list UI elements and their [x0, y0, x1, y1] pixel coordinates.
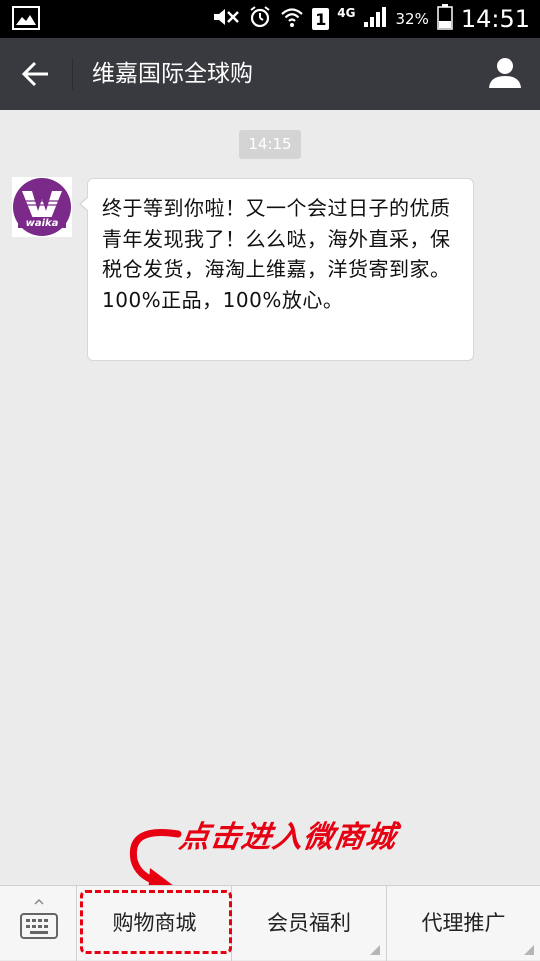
keyboard-icon [20, 898, 58, 939]
app-bar: 维嘉国际全球购 [0, 38, 540, 110]
gallery-notification-icon [12, 6, 40, 34]
message-bubble[interactable]: 终于等到你啦！又一个会过日子的优质青年发现我了！么么哒，海外直采，保税仓发货，海… [79, 178, 474, 361]
signal-icon [363, 6, 387, 32]
menu-label: 代理推广 [421, 911, 506, 935]
back-arrow-icon[interactable] [18, 56, 54, 92]
chat-title: 维嘉国际全球购 [92, 61, 253, 87]
clock: 14:51 [460, 5, 530, 33]
message-text: 终于等到你啦！又一个会过日子的优质青年发现我了！么么哒，海外直采，保税仓发货，海… [102, 196, 451, 312]
network-type: 4G [337, 6, 356, 20]
message-timestamp: 14:15 [239, 130, 301, 159]
profile-icon[interactable] [486, 54, 524, 92]
alarm-icon [248, 5, 272, 33]
annotation-highlight-box [80, 890, 232, 954]
battery-icon [437, 4, 453, 34]
battery-percent: 32% [395, 10, 429, 28]
sim-slot-badge: 1 [312, 8, 330, 30]
keyboard-toggle-button[interactable] [0, 886, 77, 961]
status-bar: 1 4G 32% 14:51 [0, 0, 540, 38]
submenu-indicator-icon [524, 945, 534, 955]
submenu-indicator-icon [370, 945, 380, 955]
menu-member-benefits[interactable]: 会员福利 [232, 886, 387, 961]
menu-label: 会员福利 [267, 911, 351, 935]
wifi-icon [280, 5, 304, 33]
sender-avatar[interactable]: waika [12, 177, 72, 237]
app-bar-divider [72, 58, 73, 90]
logo-text: waika [26, 218, 59, 229]
menu-agent-promotion[interactable]: 代理推广 [387, 886, 540, 961]
mute-icon [212, 6, 240, 32]
